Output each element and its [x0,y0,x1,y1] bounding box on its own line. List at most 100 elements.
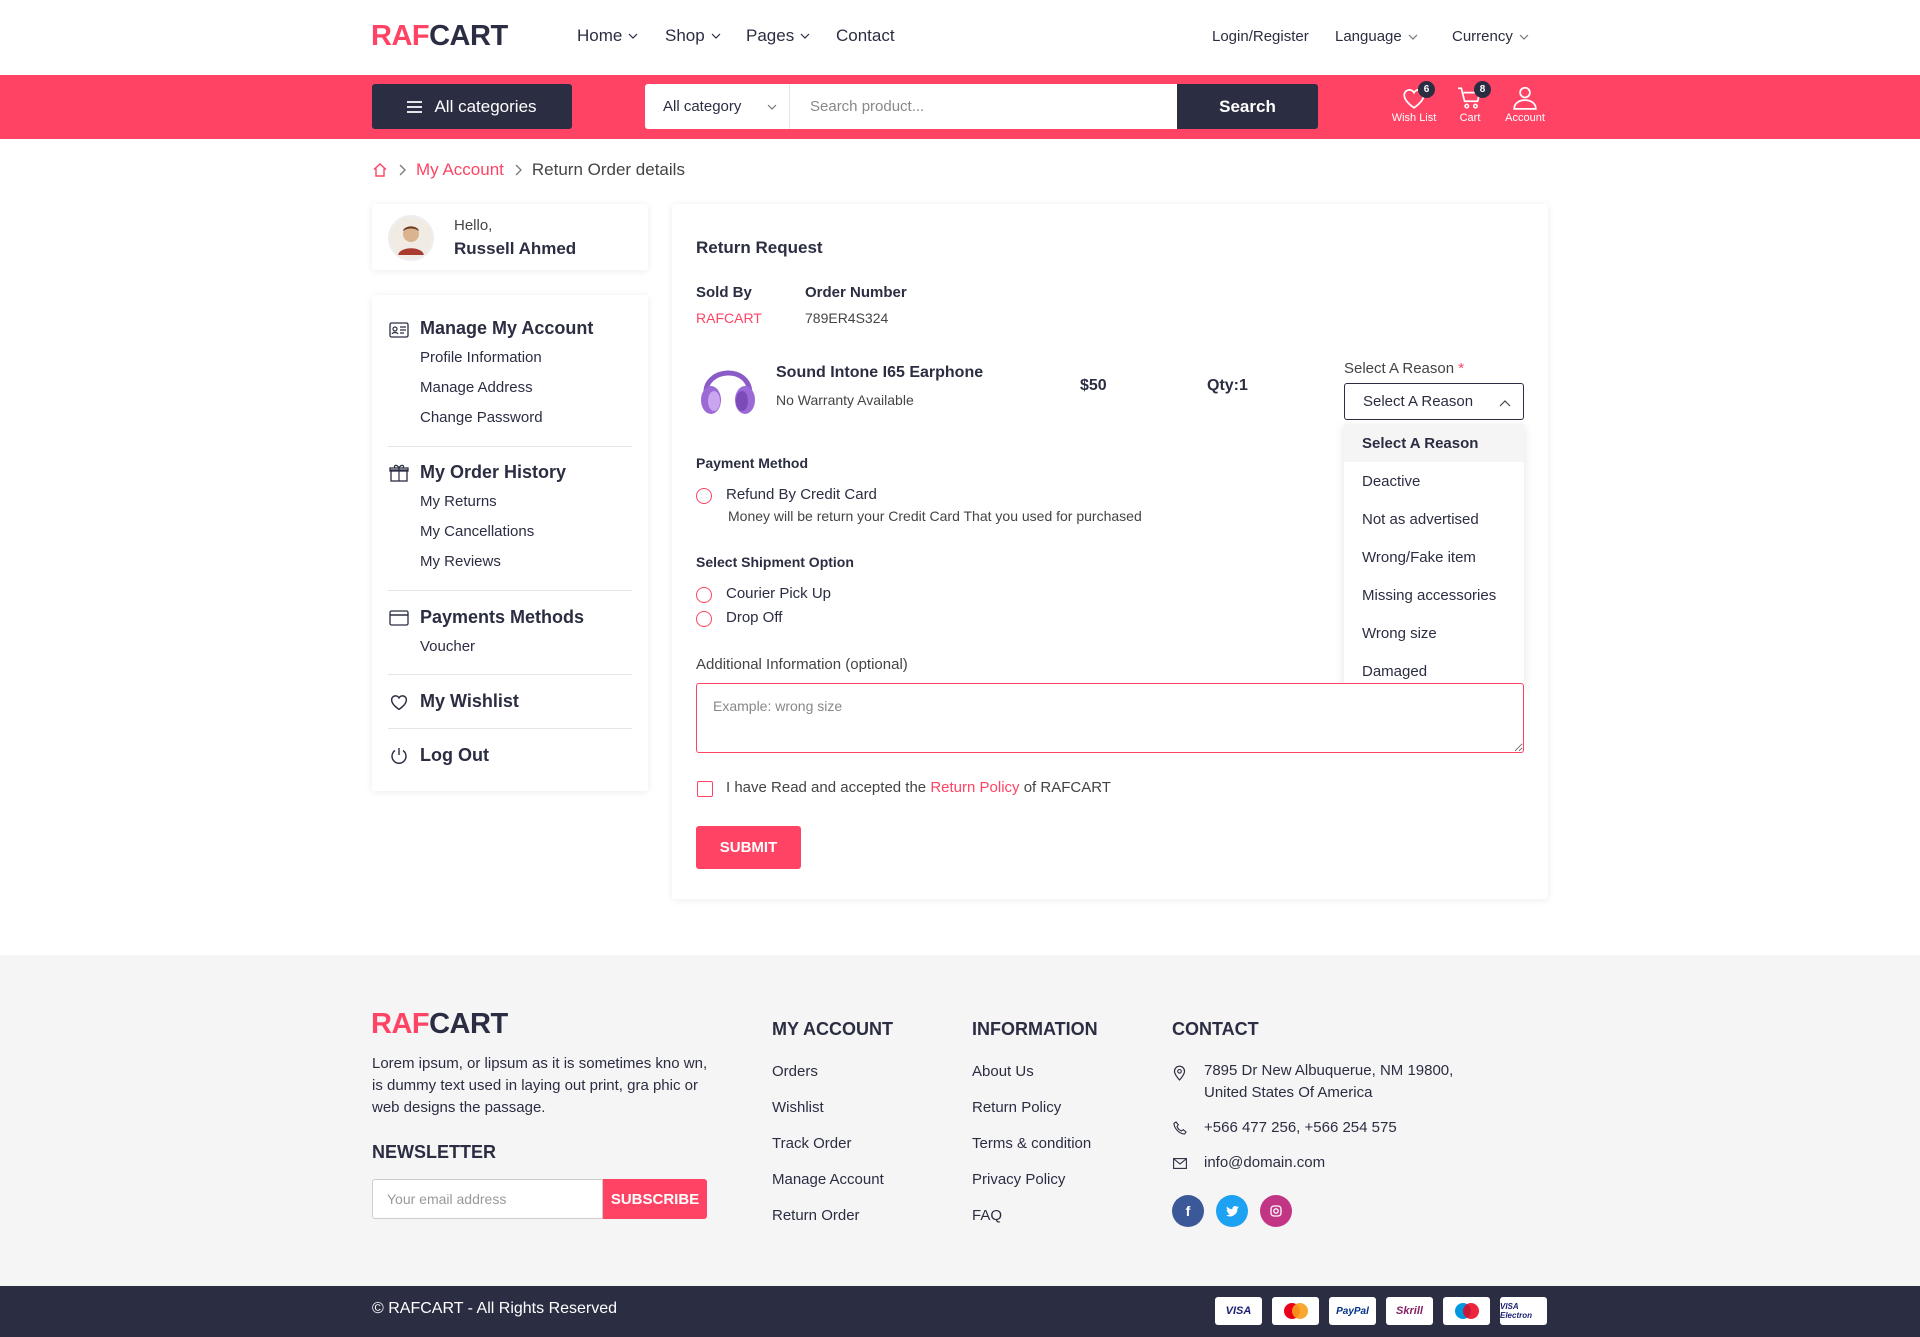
search-input[interactable] [790,84,1177,129]
footer-link-track-order[interactable]: Track Order [772,1135,851,1152]
product-price: $50 [1080,377,1107,394]
submit-button[interactable]: SUBMIT [696,826,801,869]
logo-part-2: CART [429,1008,508,1040]
sidebar-item-my-returns[interactable]: My Returns [420,493,497,510]
chevron-down-icon [1519,34,1529,40]
nav-home[interactable]: Home [577,26,638,46]
sidebar-my-wishlist[interactable]: My Wishlist [420,691,519,712]
footer-link-return-policy[interactable]: Return Policy [972,1099,1061,1116]
mastercard-circles [1283,1303,1308,1319]
nav-pages[interactable]: Pages [746,26,810,46]
credit-card-icon [389,610,409,626]
policy-text: I have Read and accepted the Return Poli… [726,779,1111,796]
facebook-icon[interactable]: f [1172,1195,1204,1227]
refund-credit-card-radio[interactable] [696,488,712,504]
reason-select-value: Select A Reason [1363,393,1474,410]
breadcrumb-my-account[interactable]: My Account [416,160,504,180]
account-label: Account [1505,112,1545,124]
chevron-right-icon [399,164,406,176]
drop-off-radio[interactable] [696,611,712,627]
sidebar-item-profile-information[interactable]: Profile Information [420,349,542,366]
chevron-up-icon [1499,400,1511,407]
reason-select[interactable]: Select A Reason [1344,383,1524,420]
avatar-image [390,217,432,259]
twitter-bird-icon [1225,1205,1239,1216]
footer-address-line-1: 7895 Dr New Albuquerue, NM 19800, [1204,1062,1454,1079]
sidebar-item-voucher[interactable]: Voucher [420,638,475,655]
policy-checkbox[interactable] [697,781,713,797]
user-icon [1513,86,1537,110]
divider [388,590,632,591]
language-dropdown[interactable]: Language [1335,28,1418,45]
footer-link-return-order[interactable]: Return Order [772,1207,860,1224]
paypal-logo: PayPal [1329,1297,1376,1325]
mail-icon [1173,1158,1187,1169]
reason-option[interactable]: Missing accessories [1344,576,1524,614]
instagram-icon[interactable] [1260,1195,1292,1227]
heart-icon [390,695,408,711]
return-policy-link[interactable]: Return Policy [930,779,1019,796]
footer-link-faq[interactable]: FAQ [972,1207,1002,1224]
footer-link-privacy-policy[interactable]: Privacy Policy [972,1171,1065,1188]
cart-button[interactable]: 8 Cart [1445,81,1495,130]
all-categories-button[interactable]: All categories [372,84,572,129]
nav-contact-label: Contact [836,26,895,45]
additional-info-textarea[interactable] [696,683,1524,753]
currency-dropdown[interactable]: Currency [1452,28,1529,45]
footer-link-orders[interactable]: Orders [772,1063,818,1080]
footer-link-wishlist[interactable]: Wishlist [772,1099,824,1116]
search-button[interactable]: Search [1177,84,1318,129]
location-pin-icon [1173,1065,1186,1081]
footer-link-about-us[interactable]: About Us [972,1063,1034,1080]
footer-link-manage-account[interactable]: Manage Account [772,1171,884,1188]
footer-logo[interactable]: RAFCART [371,1008,508,1041]
sidebar-item-manage-address[interactable]: Manage Address [420,379,533,396]
sold-by-value[interactable]: RAFCART [696,310,762,326]
product-quantity: Qty:1 [1207,377,1248,394]
visa-logo: VISA [1215,1297,1262,1325]
sidebar-item-change-password[interactable]: Change Password [420,409,543,426]
account-button[interactable]: Account [1500,84,1550,130]
additional-info-label: Additional Information (optional) [696,656,908,673]
footer-link-terms[interactable]: Terms & condition [972,1135,1091,1152]
sidebar-item-my-cancellations[interactable]: My Cancellations [420,523,534,540]
reason-option[interactable]: Wrong size [1344,614,1524,652]
twitter-icon[interactable] [1216,1195,1248,1227]
language-label: Language [1335,28,1402,45]
sidebar-logout[interactable]: Log Out [420,745,489,766]
nav-contact[interactable]: Contact [836,26,895,46]
payment-method-label: Payment Method [696,455,809,471]
wishlist-button[interactable]: 6 Wish List [1389,81,1439,130]
brand-logo[interactable]: RAFCART [371,20,508,53]
policy-text-part-1: I have Read and accepted the [726,779,927,796]
cart-count-badge: 8 [1474,81,1491,98]
footer-information-title: INFORMATION [972,1019,1098,1039]
reason-option[interactable]: Deactive [1344,462,1524,500]
home-icon[interactable] [372,162,388,178]
order-number-label: Order Number [805,284,907,301]
sidebar-item-my-reviews[interactable]: My Reviews [420,553,501,570]
user-name: Russell Ahmed [454,239,577,258]
footer-about-text: Lorem ipsum, or lipsum as it is sometime… [372,1055,708,1116]
sidebar-manage-account[interactable]: Manage My Account [420,318,593,339]
maestro-circles [1454,1303,1479,1319]
subscribe-button[interactable]: SUBSCRIBE [603,1179,707,1219]
copyright-text: © RAFCART - All Rights Reserved [372,1300,618,1317]
sidebar-order-history[interactable]: My Order History [420,462,566,483]
reason-option[interactable]: Select A Reason [1344,424,1524,462]
footer-email[interactable]: info@domain.com [1204,1154,1325,1171]
reason-option[interactable]: Not as advertised [1344,500,1524,538]
headphone-product-image [701,370,755,414]
instagram-glyph-icon [1270,1205,1282,1217]
courier-pickup-radio[interactable] [696,587,712,603]
product-name[interactable]: Sound Intone I65 Earphone [776,364,983,382]
visa-electron-logo-text: VISA Electron [1500,1302,1533,1320]
nav-shop[interactable]: Shop [665,26,721,46]
category-select[interactable]: All category [645,84,790,129]
reason-option[interactable]: Wrong/Fake item [1344,538,1524,576]
footer-address-line-2: United States Of America [1204,1084,1373,1101]
login-register-link[interactable]: Login/Register [1212,28,1309,45]
newsletter-email-input[interactable] [372,1179,603,1219]
power-icon [391,748,407,764]
sidebar-payments-methods[interactable]: Payments Methods [420,607,584,628]
